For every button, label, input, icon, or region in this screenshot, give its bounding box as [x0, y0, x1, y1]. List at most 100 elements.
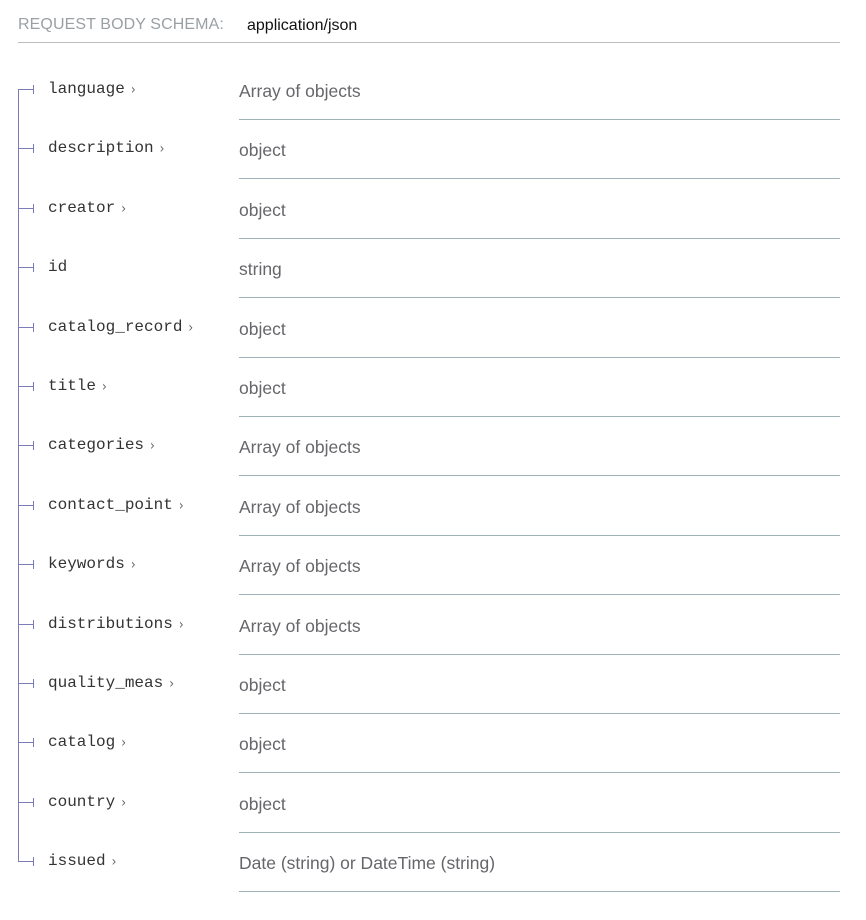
tree-connector-horizontal	[18, 504, 33, 506]
tree-connector-vertical	[18, 89, 19, 120]
tree-connector-tick	[33, 797, 34, 807]
field-type: Array of objects	[239, 496, 361, 517]
schema-field-row: title › object	[18, 356, 840, 417]
field-type-cell: Array of objects	[239, 416, 840, 477]
field-name-id: id	[48, 258, 67, 276]
tree-connector-tick	[33, 560, 34, 570]
schema-field-row: catalog › object	[18, 713, 840, 774]
chevron-right-icon[interactable]: ›	[131, 556, 136, 573]
field-type: Array of objects	[239, 556, 361, 577]
field-type-cell: object	[239, 357, 840, 417]
chevron-right-icon[interactable]: ›	[102, 378, 107, 395]
field-type: object	[239, 199, 286, 220]
field-name-creator[interactable]: creator ›	[48, 199, 126, 217]
field-name-label: distributions	[48, 614, 173, 633]
field-type-cell: object	[239, 119, 840, 180]
chevron-right-icon[interactable]: ›	[121, 734, 126, 751]
tree-connector-horizontal	[18, 89, 33, 90]
tree-connector-horizontal	[18, 682, 33, 684]
field-type: object	[239, 674, 286, 695]
field-name-keywords[interactable]: keywords ›	[48, 555, 136, 573]
field-name-contact-point[interactable]: contact_point ›	[48, 496, 184, 514]
tree-connector-tick	[33, 441, 34, 451]
chevron-right-icon[interactable]: ›	[179, 615, 184, 632]
field-name-language[interactable]: language ›	[48, 80, 136, 98]
content-type: application/json	[247, 17, 358, 34]
field-type: object	[239, 793, 286, 814]
schema-field-row: quality_meas › object	[18, 653, 840, 714]
tree-connector-horizontal	[18, 564, 33, 566]
chevron-right-icon[interactable]: ›	[131, 81, 136, 98]
field-name-label: quality_meas	[48, 673, 164, 692]
schema-label: Request Body schema:	[18, 16, 224, 33]
field-type-cell: object	[239, 654, 840, 714]
field-type-cell: string	[239, 238, 840, 299]
field-type: object	[239, 377, 286, 398]
tree-connector-horizontal	[18, 326, 33, 328]
field-name-description[interactable]: description ›	[48, 139, 164, 157]
chevron-right-icon[interactable]: ›	[150, 437, 155, 454]
tree-connector-tick	[33, 144, 34, 154]
tree-connector-horizontal	[18, 148, 33, 150]
field-type-cell: object	[239, 298, 840, 358]
chevron-right-icon[interactable]: ›	[169, 675, 174, 692]
field-name-label: id	[48, 258, 68, 277]
tree-connector-horizontal	[18, 385, 33, 387]
tree-connector-tick	[33, 263, 34, 273]
tree-connector-horizontal	[18, 207, 33, 209]
tree-connector-tick	[33, 381, 34, 391]
field-type: object	[239, 140, 286, 161]
schema-field-row: id string	[18, 238, 840, 299]
field-name-label: description	[48, 139, 154, 158]
field-type-cell: object	[239, 713, 840, 774]
schema-fields-list: language › Array of objects description › obj…	[18, 60, 840, 893]
chevron-right-icon[interactable]: ›	[160, 140, 165, 157]
field-name-catalog[interactable]: catalog ›	[48, 733, 126, 751]
schema-field-row: keywords › Array of objects	[18, 535, 840, 596]
schema-field-row: language › Array of objects	[18, 60, 840, 120]
chevron-right-icon[interactable]: ›	[121, 199, 126, 216]
field-type-cell: object	[239, 773, 840, 833]
tree-connector-horizontal	[18, 801, 33, 803]
field-name-label: keywords	[48, 555, 125, 574]
tree-connector-horizontal	[18, 742, 33, 744]
field-name-label: language	[48, 80, 125, 98]
field-name-quality-meas[interactable]: quality_meas ›	[48, 674, 174, 692]
tree-connector-tick	[33, 500, 34, 510]
field-name-title[interactable]: title ›	[48, 377, 107, 395]
schema-field-row: categories › Array of objects	[18, 416, 840, 477]
field-type: Array of objects	[239, 615, 361, 636]
field-name-country[interactable]: country ›	[48, 793, 126, 811]
field-type: Array of objects	[239, 81, 361, 101]
field-type-cell: Date (string) or DateTime (string)	[239, 832, 840, 893]
tree-connector-tick	[33, 203, 34, 213]
tree-connector-horizontal	[18, 445, 33, 447]
field-type-cell: Array of objects	[239, 595, 840, 655]
field-name-label: categories	[48, 436, 145, 455]
schema-field-row: distributions › Array of objects	[18, 594, 840, 655]
chevron-right-icon[interactable]: ›	[188, 318, 193, 335]
field-name-categories[interactable]: categories ›	[48, 436, 155, 454]
field-type: Date (string) or DateTime (string)	[239, 853, 496, 874]
field-name-label: catalog_record	[48, 317, 183, 336]
chevron-right-icon[interactable]: ›	[121, 793, 126, 810]
field-name-label: creator	[48, 198, 116, 217]
field-type-cell: Array of objects	[239, 535, 840, 596]
tree-connector-tick	[33, 85, 34, 94]
request-body-schema-header: Request Body schema: application/json	[18, 12, 840, 43]
field-type-cell: Array of objects	[239, 476, 840, 536]
field-type: object	[239, 734, 286, 755]
field-name-issued[interactable]: issued ›	[48, 852, 116, 870]
field-type-cell: object	[239, 179, 840, 239]
tree-connector-horizontal	[18, 861, 33, 863]
field-name-label: contact_point	[48, 495, 173, 514]
chevron-right-icon[interactable]: ›	[112, 853, 117, 870]
field-name-catalog-record[interactable]: catalog_record ›	[48, 318, 193, 336]
tree-connector-tick	[33, 738, 34, 748]
tree-connector-tick	[33, 678, 34, 688]
field-name-distributions[interactable]: distributions ›	[48, 615, 184, 633]
tree-connector-tick	[33, 619, 34, 629]
chevron-right-icon[interactable]: ›	[179, 496, 184, 513]
schema-field-row: country › object	[18, 772, 840, 833]
field-type: object	[239, 318, 286, 339]
